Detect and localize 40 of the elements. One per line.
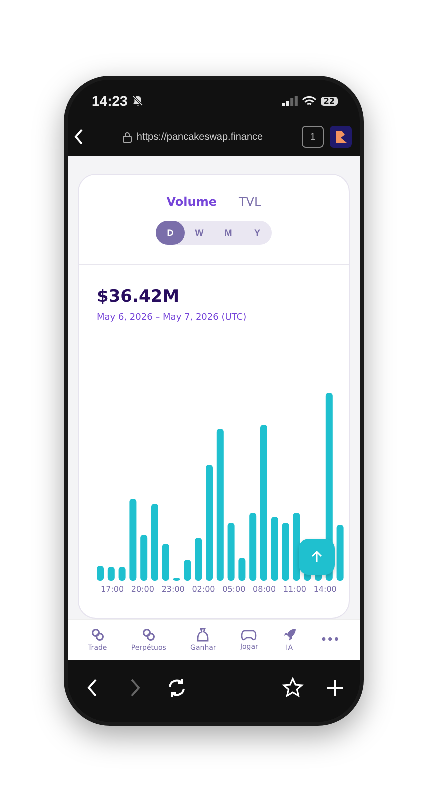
bunny-logo-icon (334, 130, 348, 144)
axis-label: 23:00 (162, 585, 185, 594)
date-range: May 6, 2026 – May 7, 2026 (UTC) (97, 313, 248, 323)
nav-item[interactable]: ••• (320, 634, 340, 646)
metric-tab[interactable]: Volume (166, 195, 217, 209)
app-logo[interactable] (330, 126, 352, 148)
new-tab-button[interactable] (324, 677, 346, 699)
axis-label: 05:00 (222, 585, 246, 594)
rocket-icon (282, 628, 297, 642)
battery-level: 22 (320, 96, 338, 106)
metric-tab[interactable]: TVL (238, 195, 262, 209)
reload-button[interactable] (166, 677, 188, 699)
axis-label: 02:00 (192, 585, 216, 594)
swap-icon (90, 628, 105, 642)
axis-label: 08:00 (253, 585, 276, 594)
period-tab[interactable]: M (214, 221, 243, 245)
tab-count-button[interactable]: 1 (302, 126, 324, 148)
back-icon[interactable] (74, 129, 84, 145)
url-text[interactable]: https://pancakeswap.finance (136, 132, 264, 142)
status-time: 14:23 (92, 93, 128, 109)
money-bag-icon (196, 628, 210, 642)
wifi-icon (302, 96, 317, 106)
axis-label: 11:00 (283, 585, 306, 594)
muted-bell-icon (132, 95, 144, 107)
period-tab[interactable]: Y (243, 221, 272, 245)
axis-label: 14:00 (314, 585, 337, 594)
period-tab[interactable]: D (156, 221, 185, 245)
period-tab[interactable]: W (185, 221, 214, 245)
axis-label: 20:00 (131, 585, 154, 594)
lock-icon (122, 132, 132, 142)
gamepad-icon (241, 629, 258, 641)
star-icon (282, 677, 304, 699)
swap-icon (142, 628, 156, 642)
total-volume: $36.42M (97, 287, 181, 307)
arrow-up-icon (311, 551, 323, 563)
plus-icon (324, 677, 346, 699)
bookmark-button[interactable] (282, 677, 304, 699)
axis-label: 17:00 (101, 585, 124, 594)
reload-icon (166, 677, 188, 699)
signal-icon (282, 96, 298, 106)
